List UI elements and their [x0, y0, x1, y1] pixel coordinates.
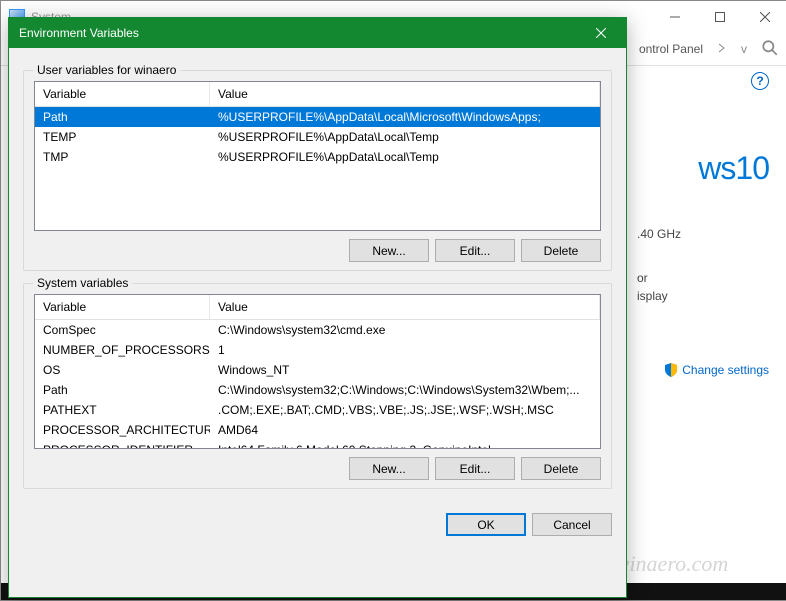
table-row[interactable]: PATHEXT.COM;.EXE;.BAT;.CMD;.VBS;.VBE;.JS…	[35, 400, 600, 420]
window-controls	[652, 2, 786, 32]
system-vars-label: System variables	[33, 276, 132, 290]
cell-variable: TMP	[35, 149, 210, 165]
table-row[interactable]: ComSpecC:\Windows\system32\cmd.exe	[35, 320, 600, 340]
change-settings-link[interactable]: Change settings	[627, 363, 769, 377]
table-row[interactable]: TMP%USERPROFILE%\AppData\Local\Temp	[35, 147, 600, 167]
spec-ghz: .40 GHz	[627, 227, 769, 241]
maximize-button[interactable]	[697, 2, 742, 32]
cell-variable: TEMP	[35, 129, 210, 145]
user-vars-group: User variables for winaero Variable Valu…	[23, 70, 612, 271]
user-edit-button[interactable]: Edit...	[435, 239, 515, 262]
system-new-button[interactable]: New...	[349, 457, 429, 480]
minimize-button[interactable]	[652, 2, 697, 32]
col-header-variable[interactable]: Variable	[35, 82, 210, 106]
cell-value: C:\Windows\system32\cmd.exe	[210, 322, 600, 338]
cell-value: 1	[210, 342, 600, 358]
cell-value: C:\Windows\system32;C:\Windows;C:\Window…	[210, 382, 600, 398]
dialog-title: Environment Variables	[19, 26, 139, 40]
dialog-close-button[interactable]	[580, 20, 622, 46]
user-new-button[interactable]: New...	[349, 239, 429, 262]
cell-value: %USERPROFILE%\AppData\Local\Microsoft\Wi…	[210, 109, 600, 125]
cell-variable: PATHEXT	[35, 402, 210, 418]
col-header-value[interactable]: Value	[210, 295, 600, 319]
cell-variable: ComSpec	[35, 322, 210, 338]
table-row[interactable]: OSWindows_NT	[35, 360, 600, 380]
system-vars-list[interactable]: Variable Value ComSpecC:\Windows\system3…	[34, 294, 601, 449]
spec-processor: or	[627, 271, 769, 285]
cell-value: %USERPROFILE%\AppData\Local\Temp	[210, 129, 600, 145]
breadcrumb-tail: ontrol Panel	[639, 42, 703, 56]
cell-value: .COM;.EXE;.BAT;.CMD;.VBS;.VBE;.JS;.JSE;.…	[210, 402, 600, 418]
bg-body: ? ws10 .40 GHz or isplay Change settings	[627, 66, 786, 566]
breadcrumb-chevron-icon	[717, 42, 727, 56]
spec-display: isplay	[627, 289, 769, 303]
user-vars-label: User variables for winaero	[33, 63, 180, 77]
table-row[interactable]: PROCESSOR_IDENTIFIERIntel64 Family 6 Mod…	[35, 440, 600, 448]
help-icon[interactable]: ?	[751, 72, 769, 90]
win10-text-a: ws	[698, 150, 735, 186]
cell-value: Intel64 Family 6 Model 60 Stepping 3, Ge…	[210, 442, 600, 448]
refresh-dropdown-icon[interactable]: v	[741, 42, 747, 56]
cell-value: %USERPROFILE%\AppData\Local\Temp	[210, 149, 600, 165]
search-icon[interactable]	[761, 39, 779, 60]
win10-text-b: 10	[735, 150, 769, 186]
dialog-titlebar: Environment Variables	[9, 18, 626, 48]
system-vars-group: System variables Variable Value ComSpecC…	[23, 283, 612, 489]
cell-value: AMD64	[210, 422, 600, 438]
cell-variable: OS	[35, 362, 210, 378]
close-button[interactable]	[742, 2, 786, 32]
list-header: Variable Value	[35, 295, 600, 320]
table-row[interactable]: TEMP%USERPROFILE%\AppData\Local\Temp	[35, 127, 600, 147]
user-vars-list[interactable]: Variable Value Path%USERPROFILE%\AppData…	[34, 81, 601, 231]
col-header-variable[interactable]: Variable	[35, 295, 210, 319]
cell-variable: Path	[35, 382, 210, 398]
cell-value: Windows_NT	[210, 362, 600, 378]
cancel-button[interactable]: Cancel	[532, 513, 612, 536]
cell-variable: PROCESSOR_ARCHITECTURE	[35, 422, 210, 438]
cell-variable: PROCESSOR_IDENTIFIER	[35, 442, 210, 448]
list-header: Variable Value	[35, 82, 600, 107]
env-vars-dialog: Environment Variables User variables for…	[8, 17, 627, 598]
system-delete-button[interactable]: Delete	[521, 457, 601, 480]
shield-icon	[664, 363, 678, 377]
change-settings-label: Change settings	[682, 363, 769, 377]
cell-variable: Path	[35, 109, 210, 125]
cell-variable: NUMBER_OF_PROCESSORS	[35, 342, 210, 358]
ok-button[interactable]: OK	[446, 513, 526, 536]
user-delete-button[interactable]: Delete	[521, 239, 601, 262]
col-header-value[interactable]: Value	[210, 82, 600, 106]
table-row[interactable]: Path%USERPROFILE%\AppData\Local\Microsof…	[35, 107, 600, 127]
table-row[interactable]: NUMBER_OF_PROCESSORS1	[35, 340, 600, 360]
table-row[interactable]: PROCESSOR_ARCHITECTUREAMD64	[35, 420, 600, 440]
windows-10-logo-text: ws10	[627, 150, 769, 187]
system-edit-button[interactable]: Edit...	[435, 457, 515, 480]
table-row[interactable]: PathC:\Windows\system32;C:\Windows;C:\Wi…	[35, 380, 600, 400]
